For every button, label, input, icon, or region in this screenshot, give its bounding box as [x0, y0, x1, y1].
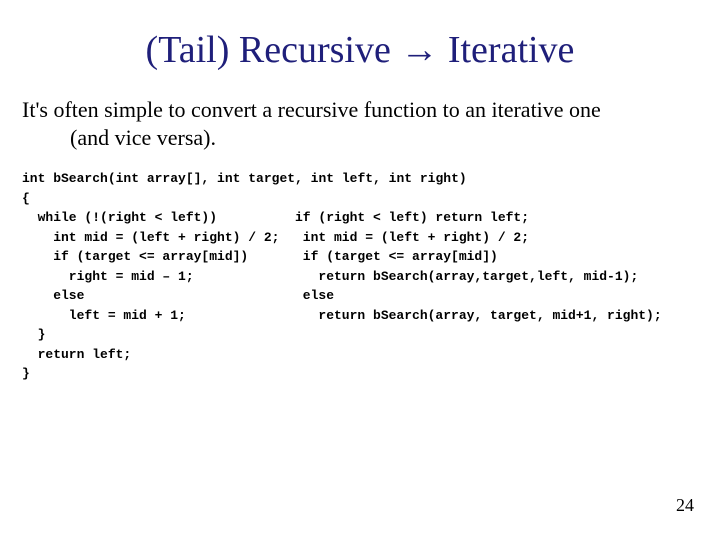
title-right: Iterative: [438, 29, 574, 71]
recursive-code-block: if (right < left) return left; int mid =…: [295, 208, 662, 325]
intro-line-2: (and vice versa).: [22, 124, 698, 152]
intro-text: It's often simple to convert a recursive…: [0, 96, 720, 151]
slide: (Tail) Recursive → Iterative It's often …: [0, 0, 720, 540]
page-number: 24: [676, 495, 694, 516]
intro-line-1: It's often simple to convert a recursive…: [22, 96, 698, 124]
slide-title: (Tail) Recursive → Iterative: [0, 0, 720, 90]
title-left: (Tail) Recursive: [146, 29, 401, 71]
arrow-icon: →: [400, 29, 438, 71]
